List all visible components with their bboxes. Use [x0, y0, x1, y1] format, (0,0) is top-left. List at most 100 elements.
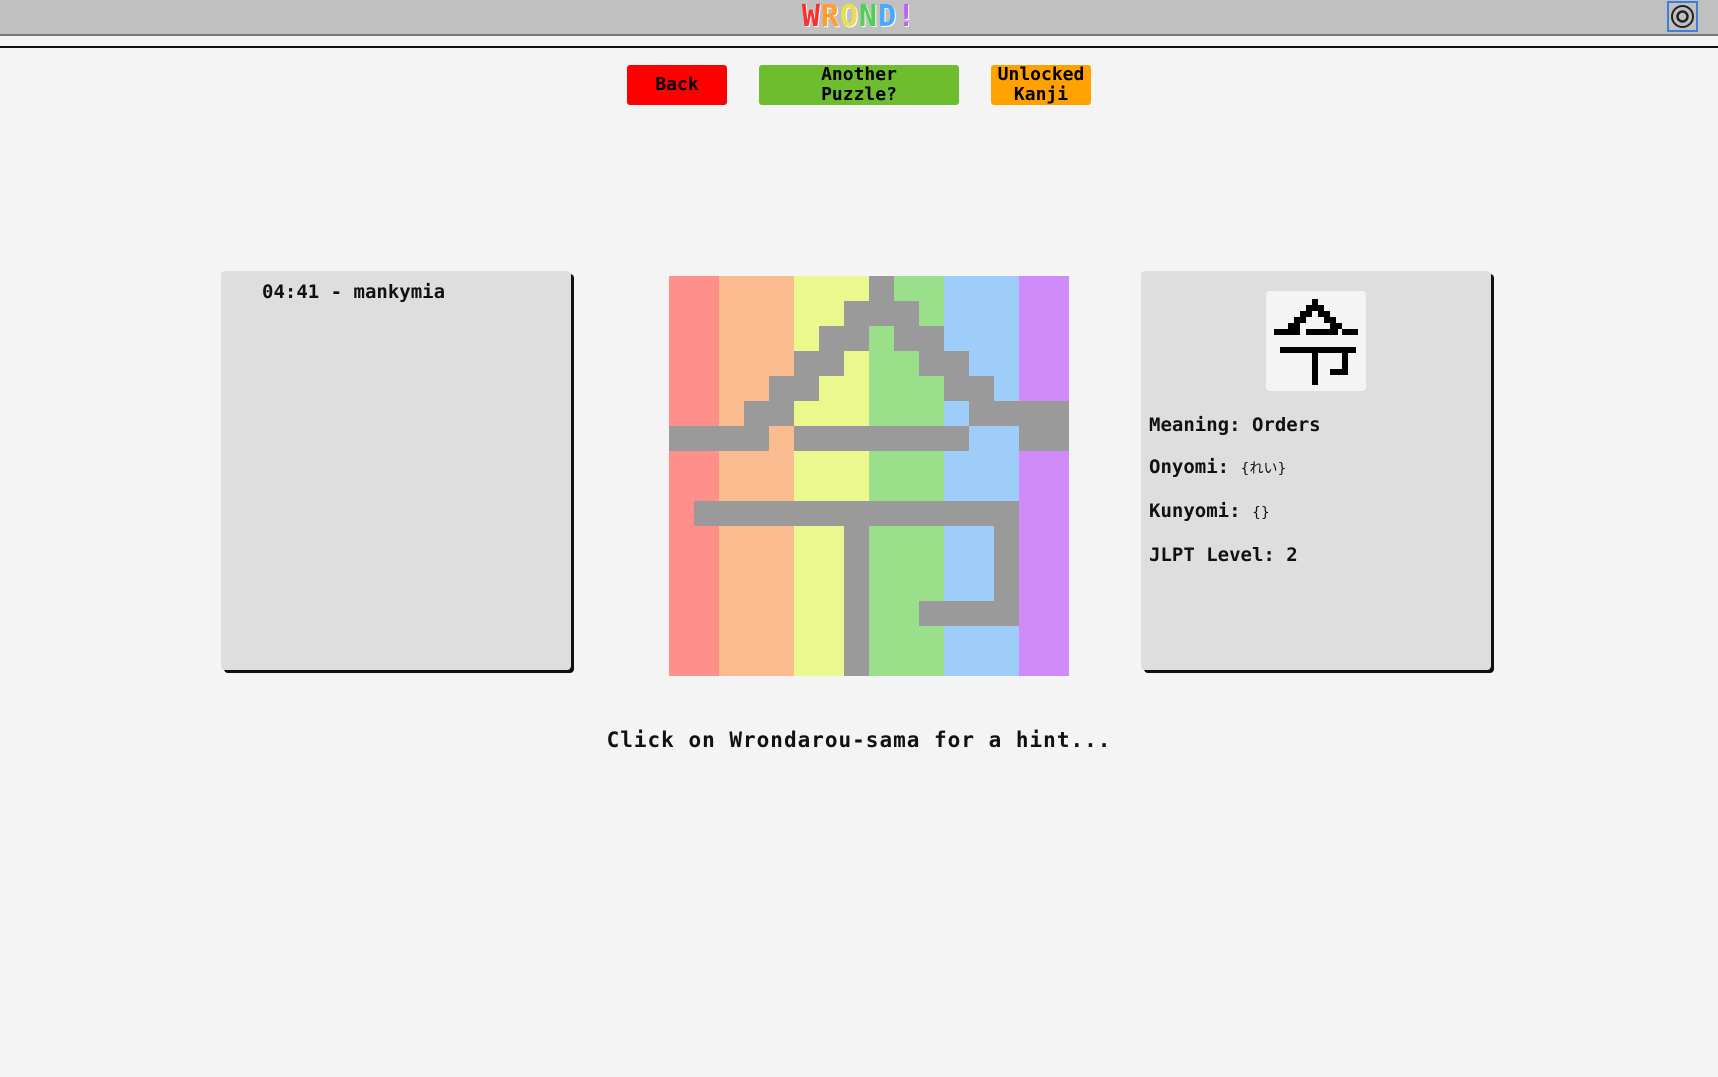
grid-cell[interactable]	[869, 651, 895, 677]
grid-cell[interactable]	[719, 276, 745, 302]
grid-cell[interactable]	[694, 526, 720, 552]
grid-cell[interactable]	[669, 351, 695, 377]
grid-cell[interactable]	[894, 601, 920, 627]
grid-cell[interactable]	[944, 576, 970, 602]
grid-cell[interactable]	[719, 301, 745, 327]
grid-cell[interactable]	[719, 526, 745, 552]
grid-cell[interactable]	[944, 326, 970, 352]
grid-cell[interactable]	[894, 651, 920, 677]
grid-cell[interactable]	[1044, 476, 1070, 502]
grid-cell[interactable]	[919, 276, 945, 302]
grid-cell[interactable]	[869, 401, 895, 427]
grid-cell[interactable]	[894, 551, 920, 577]
grid-cell[interactable]	[1019, 651, 1045, 677]
grid-cell-filled[interactable]	[1044, 401, 1070, 427]
grid-cell[interactable]	[819, 526, 845, 552]
grid-cell[interactable]	[919, 526, 945, 552]
grid-cell[interactable]	[919, 451, 945, 477]
grid-cell-filled[interactable]	[694, 426, 720, 452]
grid-cell[interactable]	[744, 301, 770, 327]
grid-cell[interactable]	[1019, 326, 1045, 352]
grid-cell[interactable]	[769, 276, 795, 302]
grid-cell[interactable]	[919, 651, 945, 677]
grid-cell[interactable]	[1044, 451, 1070, 477]
grid-cell-filled[interactable]	[844, 426, 870, 452]
grid-cell[interactable]	[969, 451, 995, 477]
grid-cell[interactable]	[719, 451, 745, 477]
grid-cell-filled[interactable]	[794, 426, 820, 452]
grid-cell-filled[interactable]	[994, 501, 1020, 527]
grid-cell-filled[interactable]	[944, 376, 970, 402]
grid-cell[interactable]	[769, 551, 795, 577]
grid-cell-filled[interactable]	[1019, 401, 1045, 427]
grid-cell[interactable]	[869, 376, 895, 402]
grid-cell[interactable]	[1019, 376, 1045, 402]
grid-cell[interactable]	[694, 626, 720, 652]
grid-cell[interactable]	[794, 651, 820, 677]
grid-cell[interactable]	[919, 626, 945, 652]
grid-cell-filled[interactable]	[894, 326, 920, 352]
grid-cell-filled[interactable]	[844, 626, 870, 652]
grid-cell[interactable]	[844, 401, 870, 427]
grid-cell[interactable]	[994, 326, 1020, 352]
grid-cell[interactable]	[719, 626, 745, 652]
grid-cell[interactable]	[1044, 651, 1070, 677]
grid-cell[interactable]	[694, 301, 720, 327]
grid-cell-filled[interactable]	[844, 301, 870, 327]
grid-cell[interactable]	[694, 326, 720, 352]
grid-cell[interactable]	[744, 326, 770, 352]
grid-cell[interactable]	[769, 326, 795, 352]
grid-cell-filled[interactable]	[944, 501, 970, 527]
grid-cell[interactable]	[794, 326, 820, 352]
grid-cell[interactable]	[919, 576, 945, 602]
grid-cell[interactable]	[1019, 576, 1045, 602]
grid-cell[interactable]	[819, 601, 845, 627]
grid-cell[interactable]	[794, 276, 820, 302]
grid-cell[interactable]	[819, 401, 845, 427]
grid-cell[interactable]	[669, 326, 695, 352]
grid-cell[interactable]	[669, 526, 695, 552]
grid-cell[interactable]	[894, 376, 920, 402]
another-puzzle-button[interactable]: Another Puzzle?	[759, 65, 959, 105]
grid-cell[interactable]	[744, 551, 770, 577]
grid-cell[interactable]	[994, 451, 1020, 477]
grid-cell[interactable]	[694, 476, 720, 502]
grid-cell-filled[interactable]	[894, 426, 920, 452]
grid-cell[interactable]	[969, 651, 995, 677]
grid-cell[interactable]	[844, 476, 870, 502]
grid-cell[interactable]	[669, 651, 695, 677]
grid-cell[interactable]	[869, 576, 895, 602]
grid-cell-filled[interactable]	[919, 601, 945, 627]
grid-cell[interactable]	[1044, 526, 1070, 552]
nonogram-grid-canvas[interactable]	[669, 276, 1070, 677]
grid-cell-filled[interactable]	[819, 426, 845, 452]
grid-cell[interactable]	[794, 601, 820, 627]
grid-cell[interactable]	[744, 451, 770, 477]
grid-cell[interactable]	[694, 401, 720, 427]
grid-cell[interactable]	[919, 551, 945, 577]
grid-cell[interactable]	[794, 576, 820, 602]
grid-cell[interactable]	[1019, 526, 1045, 552]
grid-cell-filled[interactable]	[919, 501, 945, 527]
grid-cell-filled[interactable]	[894, 301, 920, 327]
grid-cell[interactable]	[669, 376, 695, 402]
grid-cell-filled[interactable]	[944, 351, 970, 377]
grid-cell[interactable]	[1019, 276, 1045, 302]
grid-cell[interactable]	[869, 601, 895, 627]
grid-cell[interactable]	[994, 376, 1020, 402]
grid-cell[interactable]	[894, 276, 920, 302]
grid-cell-filled[interactable]	[669, 426, 695, 452]
grid-cell-filled[interactable]	[869, 301, 895, 327]
grid-cell[interactable]	[894, 451, 920, 477]
grid-cell-filled[interactable]	[994, 601, 1020, 627]
grid-cell[interactable]	[719, 351, 745, 377]
grid-cell[interactable]	[694, 551, 720, 577]
grid-cell[interactable]	[844, 351, 870, 377]
grid-cell[interactable]	[844, 451, 870, 477]
grid-cell-filled[interactable]	[844, 601, 870, 627]
grid-cell[interactable]	[1019, 601, 1045, 627]
grid-cell[interactable]	[769, 526, 795, 552]
grid-cell[interactable]	[994, 426, 1020, 452]
grid-cell[interactable]	[669, 576, 695, 602]
grid-cell[interactable]	[744, 526, 770, 552]
